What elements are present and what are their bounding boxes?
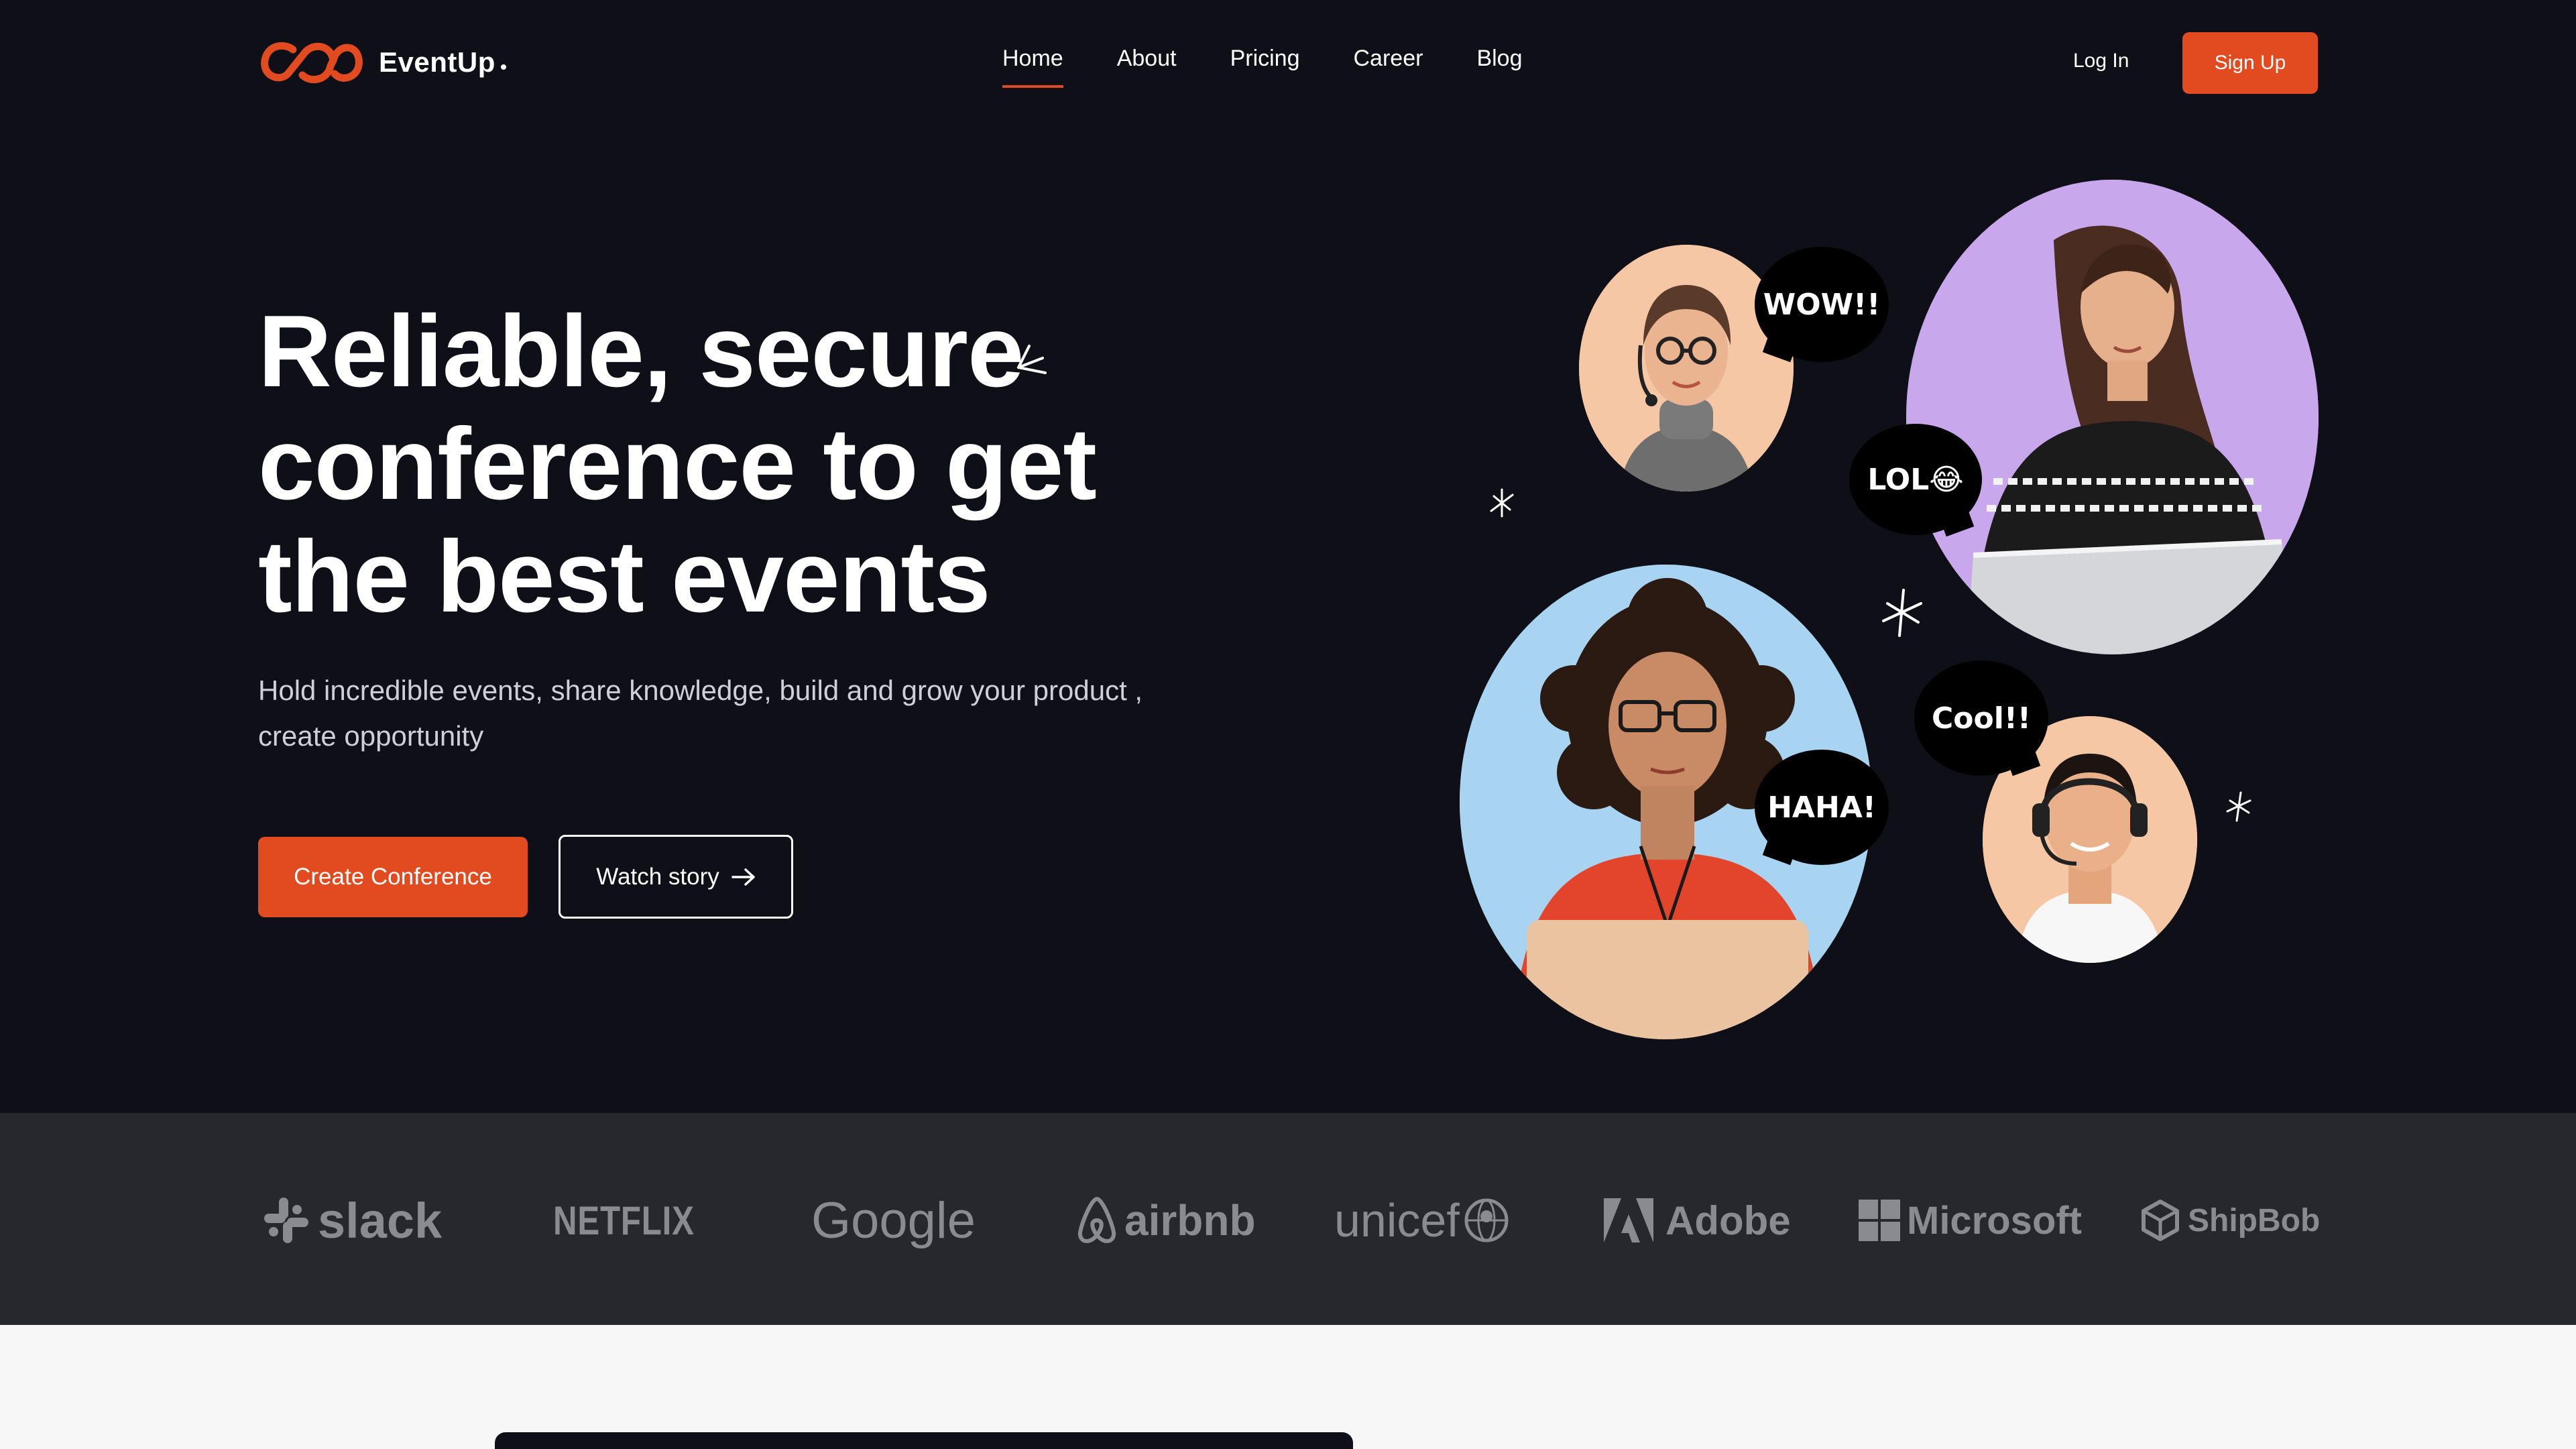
watch-story-label: Watch story [596, 863, 719, 890]
brand-dot [500, 64, 506, 70]
speech-bubble-cool: Cool!! [1914, 660, 2048, 776]
speech-bubble-wow: WOW!! [1755, 247, 1889, 362]
nav-about[interactable]: About [1117, 46, 1177, 88]
hero-subtitle-line1: Hold incredible events, share knowledge,… [258, 675, 1143, 706]
adobe-icon [1604, 1198, 1653, 1242]
signup-button[interactable]: Sign Up [2182, 32, 2318, 94]
bubble-lol-text: LOL😂 [1867, 462, 1964, 497]
brand-google-text: Google [811, 1192, 976, 1249]
brand-netflix: NETFLIX [553, 1187, 725, 1254]
login-link[interactable]: Log In [2073, 50, 2129, 72]
brand-microsoft-text: Microsoft [1907, 1198, 2082, 1242]
brand-unicef-text: unicef [1334, 1194, 1460, 1247]
airbnb-icon [1077, 1197, 1116, 1243]
bubble-cool-text: Cool!! [1932, 701, 2031, 736]
watch-story-button[interactable]: Watch story [559, 835, 793, 919]
brand-shipbob: ShipBob [2141, 1187, 2320, 1254]
bubble-haha-text: HAHA! [1767, 790, 1876, 825]
avatar-laptop-woman [1906, 180, 2319, 654]
logo[interactable]: EventUp [258, 39, 506, 86]
arrow-right-icon [731, 868, 755, 886]
brand-airbnb-text: airbnb [1124, 1196, 1256, 1244]
brand-shipbob-text: ShipBob [2188, 1202, 2321, 1238]
shipbob-icon [2142, 1200, 2179, 1241]
brand-logo-strip: slack NETFLIX Google airbnb unicef Adobe… [0, 1113, 2576, 1325]
sparkle-icon [1882, 589, 1922, 637]
speech-bubble-lol: LOL😂 [1849, 424, 1982, 535]
speech-bubble-haha: HAHA! [1755, 750, 1889, 865]
hero-title-line1: Reliable, secure [258, 294, 1024, 408]
site-header: EventUp Home About Pricing Career Blog L… [0, 0, 2576, 127]
sparkle-icon [2226, 791, 2251, 822]
brand-adobe-text: Adobe [1665, 1198, 1791, 1243]
microsoft-icon [1859, 1200, 1900, 1241]
next-section-card-top [495, 1432, 1353, 1449]
nav-career[interactable]: Career [1354, 46, 1423, 88]
slack-icon [264, 1198, 308, 1243]
hero-title: Reliable, secure conference to get the b… [258, 295, 1197, 633]
brand-google: Google [811, 1187, 976, 1254]
logo-icon [261, 42, 363, 84]
hero-title-line3: the best events [258, 520, 991, 634]
brand-slack-text: slack [318, 1192, 443, 1249]
brand-airbnb: airbnb [1075, 1187, 1256, 1254]
nav-blog[interactable]: Blog [1476, 46, 1522, 88]
hero-subtitle: Hold incredible events, share knowledge,… [258, 668, 1277, 759]
brand-netflix-text: NETFLIX [553, 1198, 695, 1243]
hero-subtitle-line2: create opportunity [258, 720, 484, 752]
brand-unicef: unicef [1334, 1187, 1511, 1254]
accent-spark-icon [1017, 345, 1047, 374]
main-nav: Home About Pricing Career Blog [1002, 46, 1523, 88]
hero-title-line2: conference to get [258, 407, 1097, 521]
sparkle-icon [1490, 488, 1514, 518]
nav-home[interactable]: Home [1002, 46, 1063, 88]
brand-adobe: Adobe [1604, 1187, 1791, 1254]
brand-microsoft: Microsoft [1859, 1187, 2082, 1254]
next-section [0, 1325, 2576, 1449]
create-conference-button[interactable]: Create Conference [258, 837, 528, 917]
brand-name: EventUp [379, 46, 495, 78]
nav-pricing[interactable]: Pricing [1230, 46, 1300, 88]
bubble-wow-text: WOW!! [1763, 287, 1881, 322]
unicef-globe-icon [1464, 1198, 1509, 1242]
brand-slack: slack [260, 1187, 442, 1254]
